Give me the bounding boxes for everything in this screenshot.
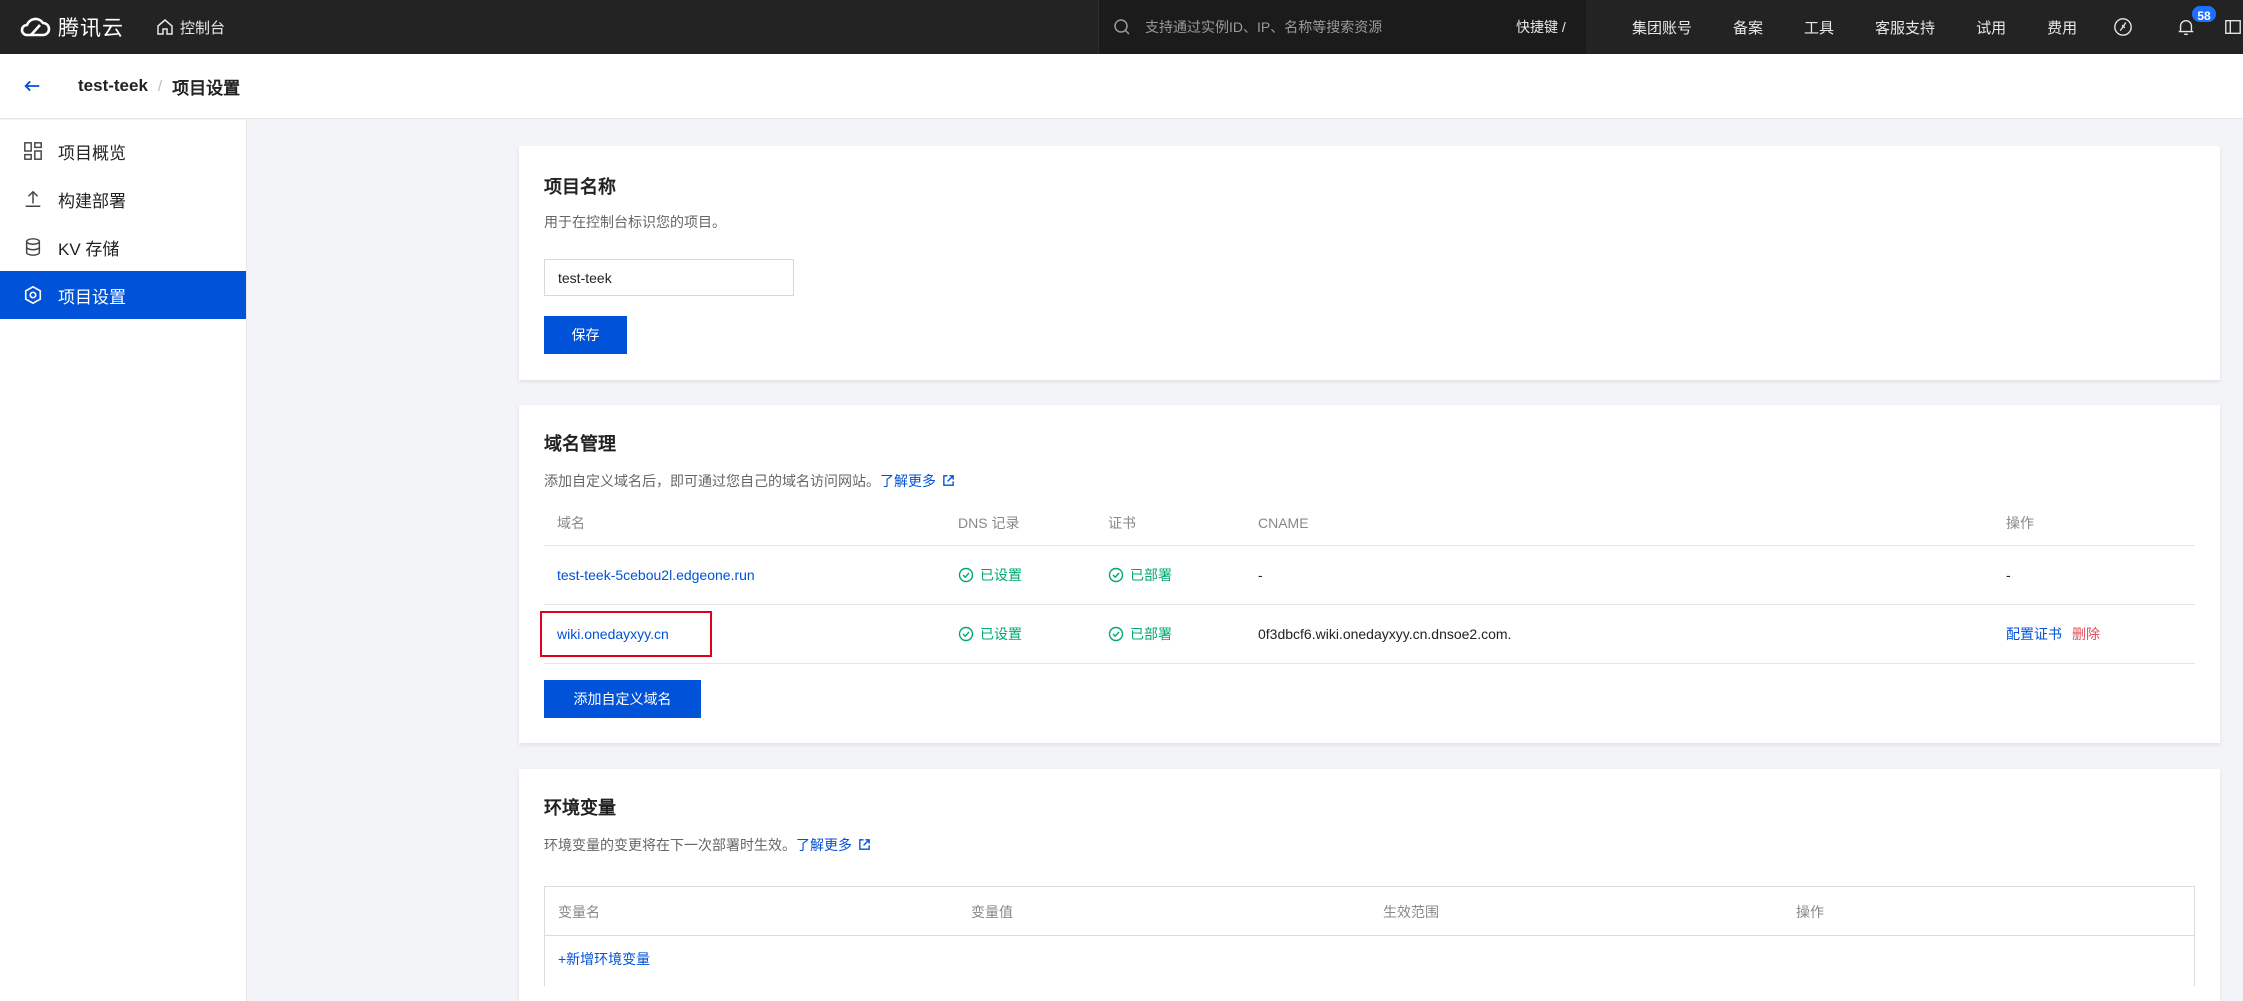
add-custom-domain-button[interactable]: 添加自定义域名 bbox=[544, 680, 701, 718]
sidebar-item-project-settings[interactable]: 项目设置 bbox=[0, 271, 246, 319]
table-header: 变量名 变量值 生效范围 操作 bbox=[545, 887, 2194, 936]
nav-icp-filing[interactable]: 备案 bbox=[1733, 17, 1763, 38]
cname-value: 0f3dbcf6.wiki.onedayxyy.cn.dnsoe2.com. bbox=[1258, 626, 1512, 642]
sidebar-item-build-deploy[interactable]: 构建部署 bbox=[0, 175, 246, 223]
env-table: 变量名 变量值 生效范围 操作 +新增环境变量 bbox=[544, 886, 2195, 986]
section-title: 项目名称 bbox=[544, 177, 616, 197]
status-text: 已设置 bbox=[980, 567, 1022, 583]
check-circle-icon bbox=[958, 567, 974, 583]
section-description: 环境变量的变更将在下一次部署时生效。了解更多 bbox=[544, 835, 871, 855]
ai-assistant-icon[interactable] bbox=[2109, 13, 2137, 41]
sidebar-item-label: KV 存储 bbox=[58, 239, 120, 259]
back-arrow-icon[interactable] bbox=[22, 75, 44, 97]
nav-billing[interactable]: 费用 bbox=[2047, 17, 2077, 38]
nav-tools[interactable]: 工具 bbox=[1804, 17, 1834, 38]
section-title: 域名管理 bbox=[544, 434, 616, 454]
external-link-icon bbox=[943, 475, 954, 486]
domain-link[interactable]: test-teek-5cebou2l.edgeone.run bbox=[557, 546, 755, 604]
description-text: 添加自定义域名后，即可通过您自己的域名访问网站。 bbox=[544, 473, 880, 489]
domain-link[interactable]: wiki.onedayxyy.cn bbox=[557, 605, 669, 663]
more-panel-icon[interactable] bbox=[2223, 13, 2243, 41]
dns-status: 已设置 bbox=[958, 546, 1022, 604]
dashboard-icon bbox=[22, 140, 44, 162]
brand-name: 腾讯云 bbox=[58, 17, 124, 40]
home-icon bbox=[157, 19, 173, 35]
sidebar: 项目概览 构建部署 KV 存储 项目设置 bbox=[0, 120, 247, 1001]
check-circle-icon bbox=[958, 626, 974, 642]
column-header: 变量名 bbox=[558, 903, 600, 920]
learn-more-link[interactable]: 了解更多 bbox=[796, 837, 871, 853]
tencent-cloud-logo[interactable]: 腾讯云 bbox=[18, 0, 124, 54]
breadcrumb-separator: / bbox=[157, 77, 163, 95]
section-title: 环境变量 bbox=[544, 798, 616, 818]
cert-status: 已部署 bbox=[1108, 605, 1172, 663]
database-icon bbox=[22, 236, 44, 258]
column-header: 域名 bbox=[557, 515, 585, 531]
nav-group-account[interactable]: 集团账号 bbox=[1632, 17, 1692, 38]
column-header: CNAME bbox=[1258, 515, 1309, 531]
column-header: DNS 记录 bbox=[958, 515, 1020, 531]
table-row: test-teek-5cebou2l.edgeone.run 已设置 已部署 -… bbox=[544, 546, 2195, 605]
table-header: 域名 DNS 记录 证书 CNAME 操作 bbox=[544, 501, 2195, 546]
add-env-variable-link[interactable]: +新增环境变量 bbox=[558, 949, 650, 969]
check-circle-icon bbox=[1108, 567, 1124, 583]
domain-management-card: 域名管理 添加自定义域名后，即可通过您自己的域名访问网站。了解更多 域名 DNS… bbox=[519, 405, 2220, 743]
column-header: 操作 bbox=[2006, 515, 2034, 531]
console-link[interactable]: 控制台 bbox=[156, 17, 225, 38]
column-header: 操作 bbox=[1796, 903, 1824, 920]
table-row: wiki.onedayxyy.cn 已设置 已部署 0f3dbcf6.wiki.… bbox=[540, 605, 2195, 664]
description-text: 环境变量的变更将在下一次部署时生效。 bbox=[544, 837, 796, 853]
external-link-icon bbox=[859, 839, 870, 850]
action-value: - bbox=[2006, 567, 2011, 583]
column-header: 证书 bbox=[1108, 515, 1136, 531]
project-name-input[interactable] bbox=[544, 259, 794, 296]
sidebar-item-overview[interactable]: 项目概览 bbox=[0, 127, 246, 175]
column-header: 变量值 bbox=[971, 903, 1013, 920]
row-actions: 配置证书 删除 bbox=[2006, 605, 2100, 663]
settings-icon bbox=[22, 284, 44, 306]
global-search[interactable]: 支持通过实例ID、IP、名称等搜索资源 bbox=[1098, 0, 1586, 54]
search-icon bbox=[1114, 19, 1130, 35]
status-text: 已部署 bbox=[1130, 567, 1172, 583]
upload-icon bbox=[22, 188, 44, 210]
nav-support[interactable]: 客服支持 bbox=[1875, 17, 1935, 38]
top-navbar: 腾讯云 控制台 支持通过实例ID、IP、名称等搜索资源 快捷键 / 集团账号 备… bbox=[0, 0, 2243, 54]
section-description: 添加自定义域名后，即可通过您自己的域名访问网站。了解更多 bbox=[544, 471, 955, 491]
notification-badge: 58 bbox=[2190, 4, 2218, 24]
nav-trial[interactable]: 试用 bbox=[1976, 17, 2006, 38]
learn-more-label: 了解更多 bbox=[796, 837, 852, 853]
console-label: 控制台 bbox=[180, 19, 226, 37]
page-title: 项目设置 bbox=[172, 78, 241, 98]
environment-variables-card: 环境变量 环境变量的变更将在下一次部署时生效。了解更多 变量名 变量值 生效范围… bbox=[519, 769, 2220, 1001]
cloud-logo-icon bbox=[20, 17, 51, 37]
sidebar-item-label: 项目概览 bbox=[58, 143, 126, 163]
configure-cert-link[interactable]: 配置证书 bbox=[2006, 624, 2062, 644]
section-description: 用于在控制台标识您的项目。 bbox=[544, 214, 726, 230]
project-name-card: 项目名称 用于在控制台标识您的项目。 保存 bbox=[519, 146, 2220, 380]
breadcrumb-project[interactable]: test-teek bbox=[78, 76, 148, 96]
status-text: 已设置 bbox=[980, 626, 1022, 642]
top-nav-links: 集团账号 备案 工具 客服支持 试用 费用 bbox=[1632, 0, 2118, 54]
learn-more-label: 了解更多 bbox=[880, 473, 936, 489]
learn-more-link[interactable]: 了解更多 bbox=[880, 473, 955, 489]
cert-status: 已部署 bbox=[1108, 546, 1172, 604]
search-placeholder: 支持通过实例ID、IP、名称等搜索资源 bbox=[1145, 19, 1383, 35]
cname-value: - bbox=[1258, 567, 1263, 583]
save-button[interactable]: 保存 bbox=[544, 316, 627, 354]
breadcrumb: test-teek / 项目设置 bbox=[0, 54, 2243, 119]
column-header: 生效范围 bbox=[1383, 903, 1439, 920]
domain-table: 域名 DNS 记录 证书 CNAME 操作 test-teek-5cebou2l… bbox=[540, 501, 2195, 664]
sidebar-item-label: 项目设置 bbox=[58, 287, 126, 307]
delete-link[interactable]: 删除 bbox=[2072, 624, 2100, 644]
dns-status: 已设置 bbox=[958, 605, 1022, 663]
sidebar-item-label: 构建部署 bbox=[58, 191, 126, 211]
check-circle-icon bbox=[1108, 626, 1124, 642]
shortcut-hint[interactable]: 快捷键 / bbox=[1516, 0, 1566, 54]
status-text: 已部署 bbox=[1130, 626, 1172, 642]
sidebar-item-kv-storage[interactable]: KV 存储 bbox=[0, 223, 246, 271]
